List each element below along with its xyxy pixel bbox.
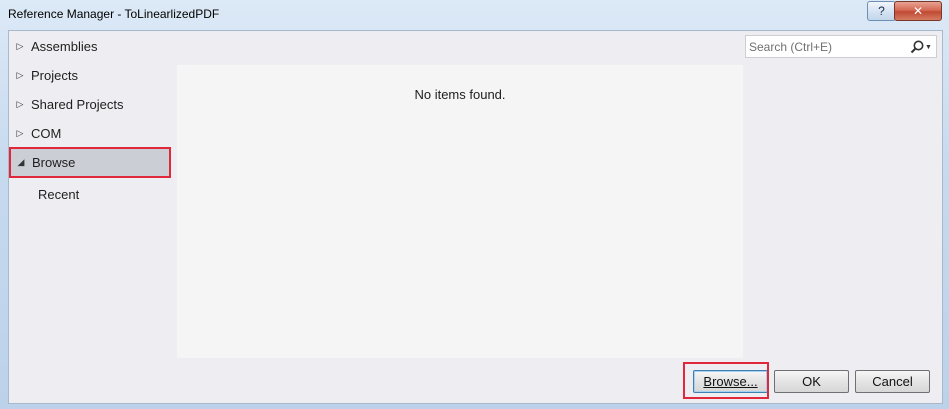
collapse-arrow-icon[interactable]: ◢ (10, 157, 32, 168)
dialog-client-area: ▷ Assemblies ▷ Projects ▷ Shared Project… (8, 30, 943, 404)
sidebar-item-label: COM (31, 126, 62, 141)
sidebar-item-browse[interactable]: ◢ Browse (9, 147, 171, 178)
sidebar-item-label: Projects (31, 68, 78, 83)
sidebar-subitem-recent[interactable]: Recent (38, 187, 79, 202)
help-button[interactable]: ? (867, 1, 896, 21)
sidebar-item-com[interactable]: ▷ COM (9, 119, 169, 148)
sidebar-item-assemblies[interactable]: ▷ Assemblies (9, 32, 169, 61)
sidebar-item-projects[interactable]: ▷ Projects (9, 61, 169, 90)
close-icon: ✕ (912, 4, 924, 18)
title-bar[interactable]: Reference Manager - ToLinearlizedPDF ? ✕ (0, 0, 949, 29)
expand-arrow-icon[interactable]: ▷ (9, 99, 31, 110)
cancel-button[interactable]: Cancel (855, 370, 930, 393)
help-icon: ? (878, 4, 885, 18)
sidebar-item-shared-projects[interactable]: ▷ Shared Projects (9, 90, 169, 119)
expand-arrow-icon[interactable]: ▷ (9, 70, 31, 81)
search-input[interactable] (749, 38, 899, 55)
sidebar: ▷ Assemblies ▷ Projects ▷ Shared Project… (9, 31, 177, 361)
sidebar-item-label: Browse (32, 155, 76, 170)
chevron-down-icon[interactable]: ▼ (925, 44, 932, 51)
expand-arrow-icon[interactable]: ▷ (9, 128, 31, 139)
empty-message: No items found. (414, 87, 506, 102)
sidebar-item-label: Assemblies (31, 39, 98, 54)
close-button[interactable]: ✕ (894, 1, 942, 21)
results-panel: No items found. (177, 65, 743, 358)
ok-button[interactable]: OK (774, 370, 849, 393)
search-icon[interactable] (909, 39, 925, 55)
window-title: Reference Manager - ToLinearlizedPDF (8, 7, 220, 21)
expand-arrow-icon[interactable]: ▷ (9, 41, 31, 52)
sidebar-item-label: Shared Projects (31, 97, 124, 112)
browse-button[interactable]: Browse... (693, 370, 768, 393)
search-box[interactable]: ▼ (745, 35, 937, 58)
dialog-window: Reference Manager - ToLinearlizedPDF ? ✕… (0, 0, 949, 409)
